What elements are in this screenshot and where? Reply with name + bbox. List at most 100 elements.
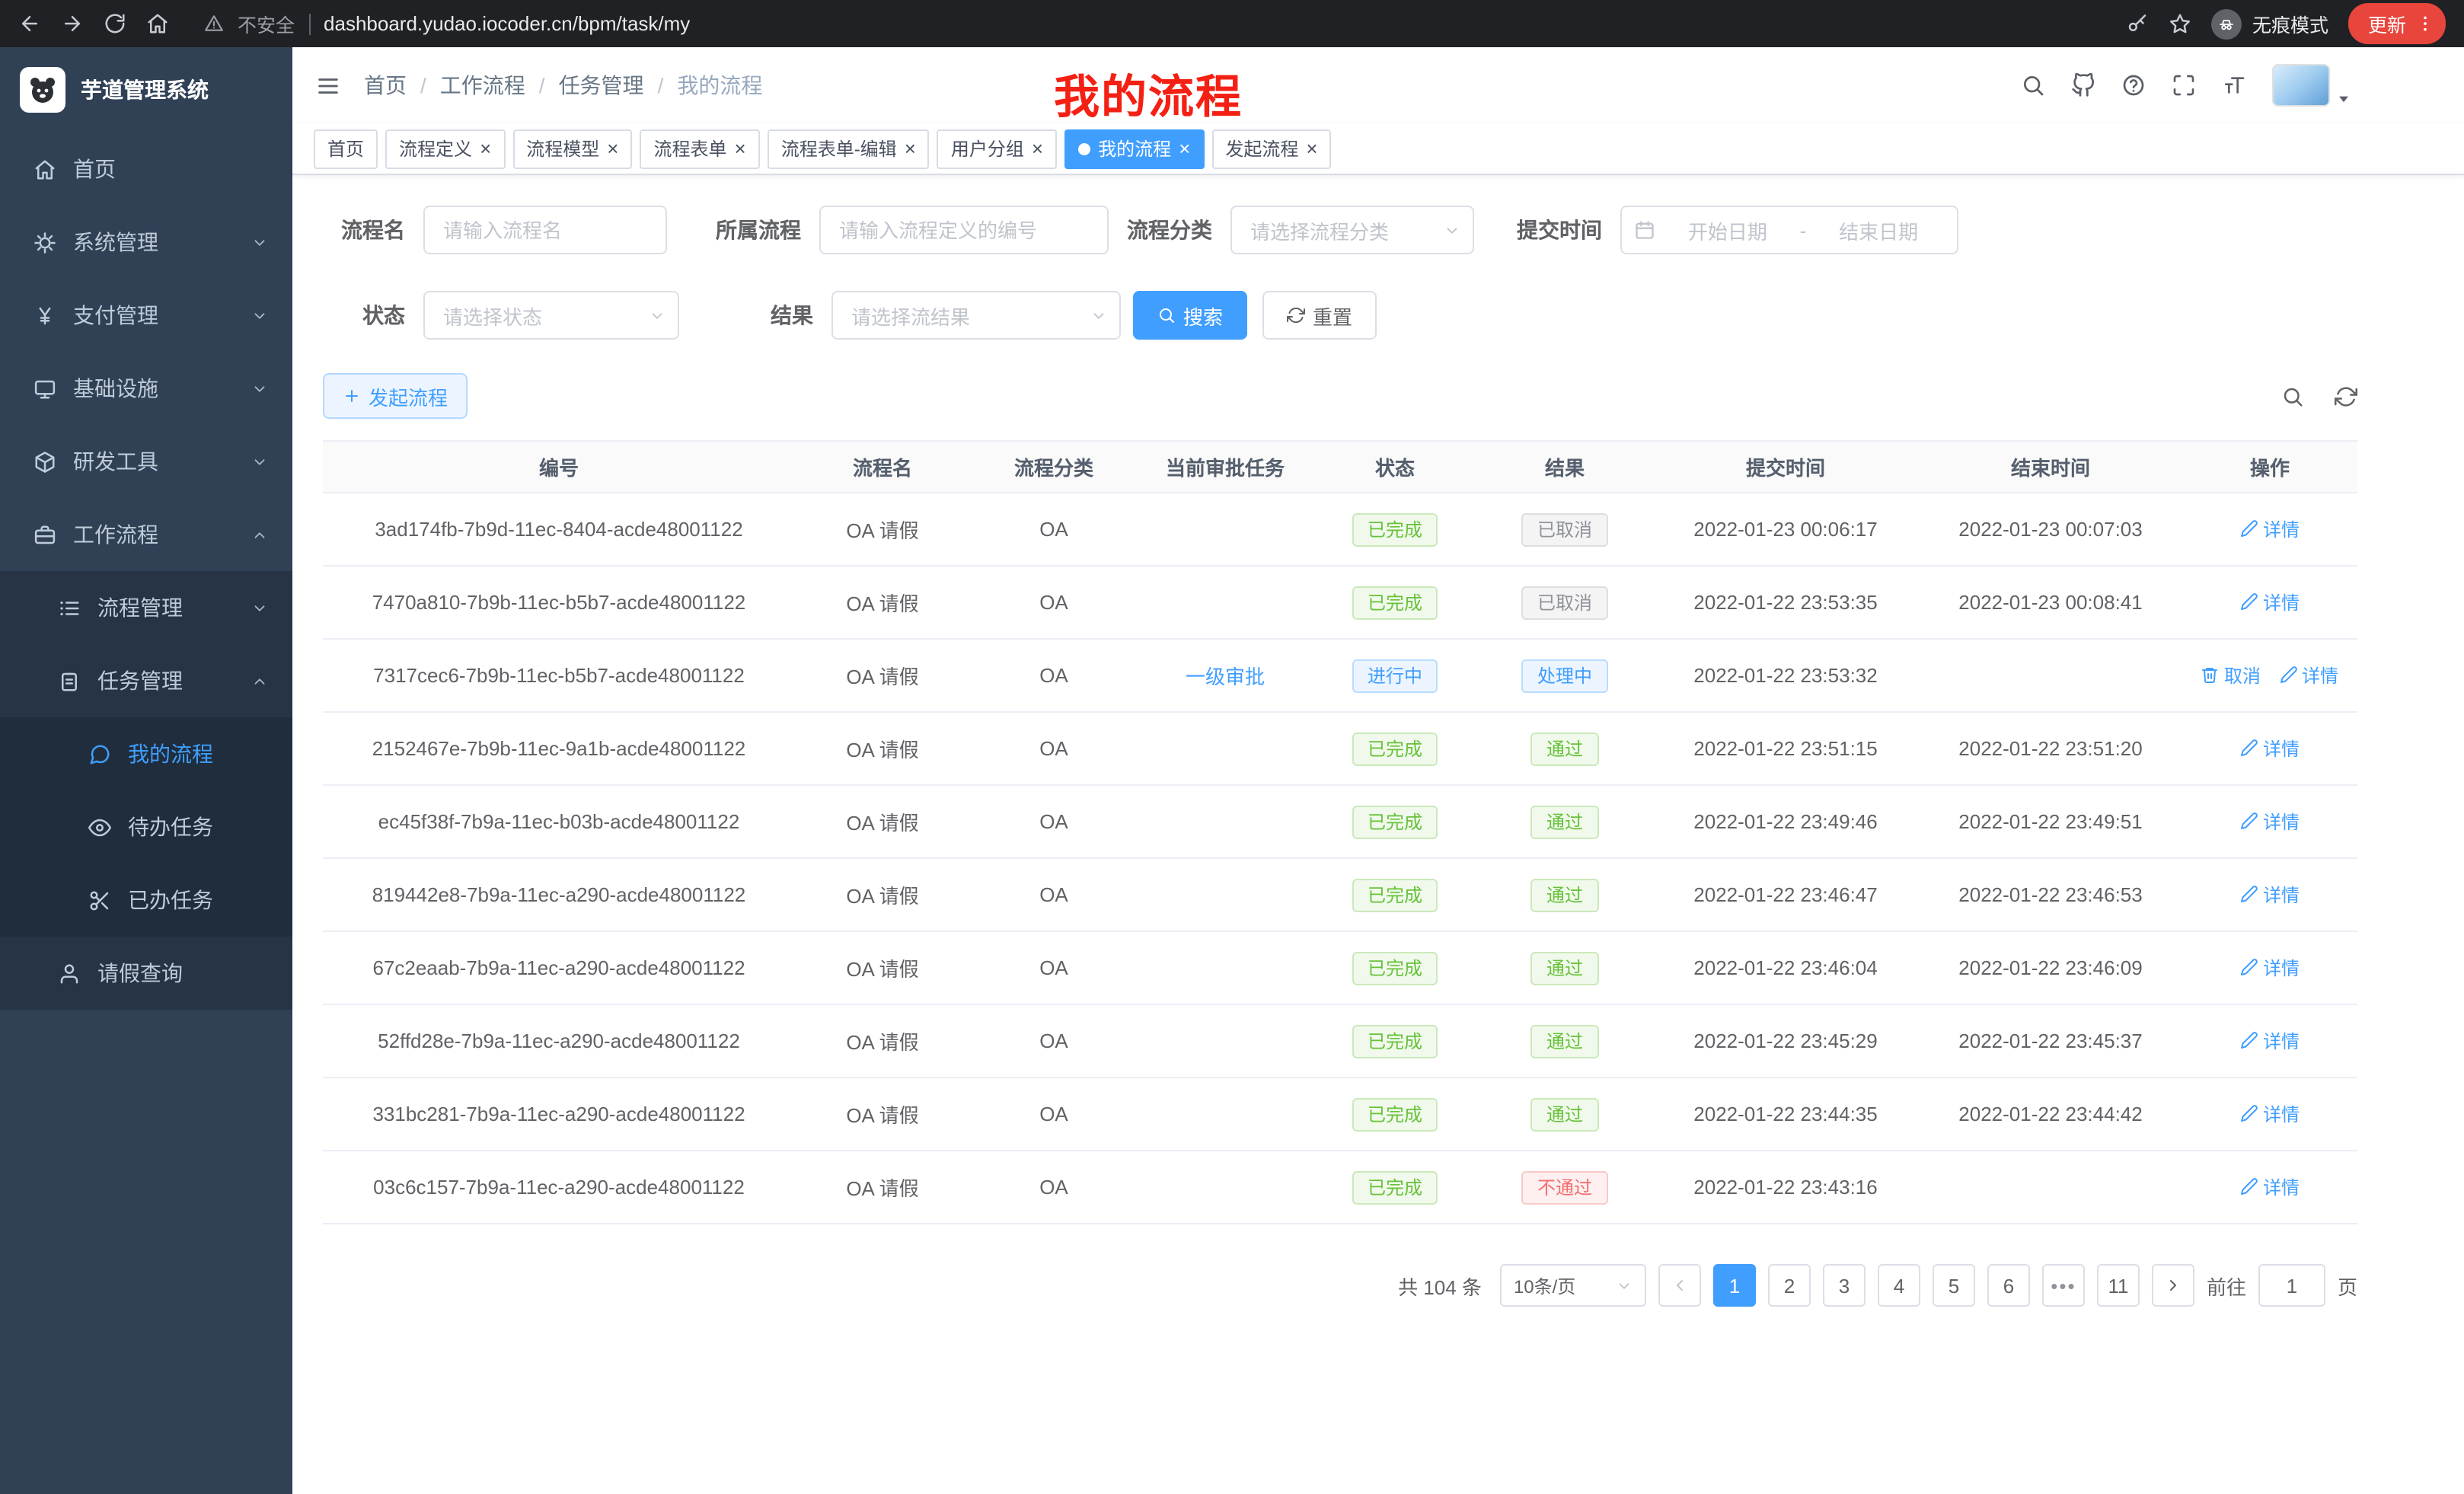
pagination-more-button[interactable]: ••• xyxy=(2042,1264,2085,1307)
filter-process-label: 所属流程 xyxy=(710,215,801,245)
detail-action-link[interactable]: 详情 xyxy=(2240,516,2300,542)
logo-row[interactable]: 芋道管理系统 xyxy=(0,47,292,132)
detail-action-link[interactable]: 详情 xyxy=(2240,589,2300,615)
process-name-input[interactable] xyxy=(423,206,667,254)
sidebar-item-process-management[interactable]: 流程管理 xyxy=(0,571,292,644)
breadcrumb-item[interactable]: 工作流程 xyxy=(440,70,525,101)
user-avatar[interactable] xyxy=(2272,64,2351,107)
page-button-6[interactable]: 6 xyxy=(1987,1264,2030,1307)
close-icon[interactable]: × xyxy=(905,139,916,158)
page-button-5[interactable]: 5 xyxy=(1933,1264,1975,1307)
edit-icon xyxy=(2240,593,2258,611)
sidebar-item-payment-management[interactable]: 支付管理 xyxy=(0,279,292,352)
key-icon[interactable] xyxy=(2126,12,2149,35)
cell-process-name: OA 请假 xyxy=(795,785,970,858)
tab-3[interactable]: 流程表单 × xyxy=(640,129,759,168)
briefcase-icon xyxy=(34,523,56,546)
sidebar-item-label: 首页 xyxy=(73,154,116,184)
close-icon[interactable]: × xyxy=(1032,139,1043,158)
detail-action-link[interactable]: 详情 xyxy=(2240,955,2300,981)
category-placeholder: 请选择流程分类 xyxy=(1250,215,1389,244)
page-button-1[interactable]: 1 xyxy=(1713,1264,1756,1307)
sidebar-item-task-management[interactable]: 任务管理 xyxy=(0,644,292,717)
cancel-action-link[interactable]: 取消 xyxy=(2201,662,2261,688)
detail-action-link[interactable]: 详情 xyxy=(2240,882,2300,908)
tab-5[interactable]: 用户分组 × xyxy=(937,129,1057,168)
cell-result: 处理中 xyxy=(1477,639,1652,712)
tab-label: 流程表单 xyxy=(653,136,726,161)
sidebar-item-system-management[interactable]: 系统管理 xyxy=(0,206,292,279)
detail-action-link[interactable]: 详情 xyxy=(2240,809,2300,835)
browser-home-icon[interactable] xyxy=(146,12,169,35)
tab-4[interactable]: 流程表单-编辑 × xyxy=(768,129,930,168)
reset-button[interactable]: 重置 xyxy=(1262,291,1377,340)
breadcrumb-item[interactable]: 任务管理 xyxy=(559,70,644,101)
github-icon[interactable] xyxy=(2071,73,2095,97)
submit-time-range[interactable]: 开始日期 - 结束日期 xyxy=(1620,206,1958,254)
close-icon[interactable]: × xyxy=(1306,139,1317,158)
refresh-table-icon[interactable] xyxy=(2335,385,2357,407)
status-select[interactable]: 请选择状态 xyxy=(423,291,679,340)
browser-forward-icon[interactable] xyxy=(61,12,84,35)
sidebar-item-my-process[interactable]: 我的流程 xyxy=(0,717,292,790)
address-bar[interactable]: 不安全 dashboard.yudao.iocoder.cn/bpm/task/… xyxy=(189,9,2106,38)
start-date-placeholder: 开始日期 xyxy=(1661,215,1794,244)
close-icon[interactable]: × xyxy=(480,139,491,158)
cell-process-name: OA 请假 xyxy=(795,1077,970,1151)
fullscreen-icon[interactable] xyxy=(2172,73,2196,97)
security-label[interactable]: 不安全 xyxy=(238,9,295,38)
detail-action-link[interactable]: 详情 xyxy=(2279,662,2338,688)
search-icon[interactable] xyxy=(2021,73,2045,97)
create-process-button[interactable]: 发起流程 xyxy=(323,373,468,419)
detail-action-link[interactable]: 详情 xyxy=(2240,736,2300,761)
tab-7[interactable]: 发起流程 × xyxy=(1211,129,1331,168)
update-button[interactable]: 更新 xyxy=(2348,3,2446,44)
detail-action-link[interactable]: 详情 xyxy=(2240,1101,2300,1127)
tab-0[interactable]: 首页 xyxy=(314,129,378,168)
prev-page-button[interactable] xyxy=(1658,1264,1701,1307)
help-icon[interactable] xyxy=(2121,73,2146,97)
detail-action-link[interactable]: 详情 xyxy=(2240,1174,2300,1200)
font-size-icon[interactable] xyxy=(2222,73,2246,97)
close-icon[interactable]: × xyxy=(735,139,746,158)
current-task-link[interactable]: 一级审批 xyxy=(1186,666,1265,688)
close-icon[interactable]: × xyxy=(607,139,618,158)
close-icon[interactable]: × xyxy=(1179,139,1190,158)
hamburger-icon[interactable] xyxy=(292,72,364,98)
tab-2[interactable]: 流程模型 × xyxy=(512,129,632,168)
cell-submit-time: 2022-01-22 23:51:15 xyxy=(1652,712,1919,785)
goto-page-input[interactable] xyxy=(2258,1264,2325,1307)
tab-6[interactable]: 我的流程 × xyxy=(1064,129,1204,168)
page-button-4[interactable]: 4 xyxy=(1878,1264,1920,1307)
browser-back-icon[interactable] xyxy=(18,12,41,35)
process-id-input[interactable] xyxy=(819,206,1109,254)
search-button[interactable]: 搜索 xyxy=(1133,291,1247,340)
sidebar-item-todo-tasks[interactable]: 待办任务 xyxy=(0,790,292,864)
cell-status: 进行中 xyxy=(1313,639,1477,712)
sidebar-menu: 首页 系统管理 支付管理 基础设施 研发工具 工作流程 流程管理 xyxy=(0,132,292,1010)
breadcrumb-item[interactable]: 首页 xyxy=(364,70,407,101)
page-button-2[interactable]: 2 xyxy=(1768,1264,1811,1307)
result-select[interactable]: 请选择流结果 xyxy=(831,291,1121,340)
cell-current-task xyxy=(1138,493,1313,566)
browser-reload-icon[interactable] xyxy=(104,12,126,35)
sidebar-item-devtools[interactable]: 研发工具 xyxy=(0,425,292,498)
search-button-label: 搜索 xyxy=(1183,301,1223,330)
url-text[interactable]: dashboard.yudao.iocoder.cn/bpm/task/my xyxy=(324,12,690,35)
detail-action-link[interactable]: 详情 xyxy=(2240,1028,2300,1054)
page-size-select[interactable]: 10条/页 xyxy=(1500,1264,1646,1307)
browser-menu-icon[interactable] xyxy=(2415,14,2435,34)
sidebar-item-infrastructure[interactable]: 基础设施 xyxy=(0,352,292,425)
status-tag: 已完成 xyxy=(1352,1024,1438,1058)
page-button-11[interactable]: 11 xyxy=(2097,1264,2140,1307)
sidebar-item-leave-query[interactable]: 请假查询 xyxy=(0,937,292,1010)
sidebar-item-workflow[interactable]: 工作流程 xyxy=(0,498,292,571)
page-button-3[interactable]: 3 xyxy=(1823,1264,1866,1307)
bookmark-star-icon[interactable] xyxy=(2169,12,2191,35)
category-select[interactable]: 请选择流程分类 xyxy=(1230,206,1474,254)
sidebar-item-home[interactable]: 首页 xyxy=(0,132,292,206)
tab-1[interactable]: 流程定义 × xyxy=(385,129,505,168)
sidebar-item-done-tasks[interactable]: 已办任务 xyxy=(0,864,292,937)
toggle-search-icon[interactable] xyxy=(2281,385,2304,407)
next-page-button[interactable] xyxy=(2152,1264,2194,1307)
